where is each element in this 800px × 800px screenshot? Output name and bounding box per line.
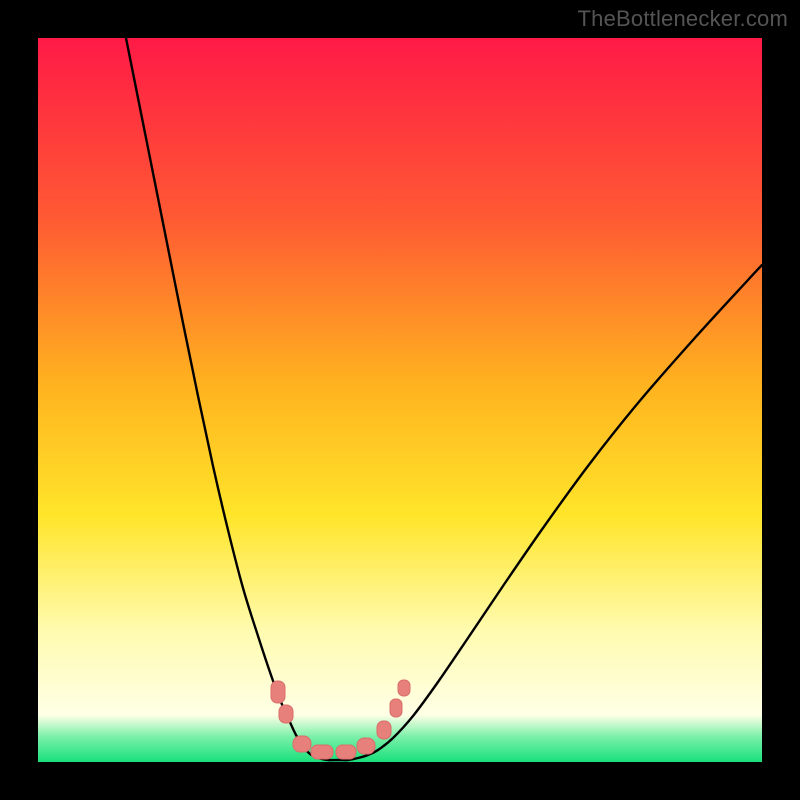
marker-left-upper [271,681,285,703]
marker-right-upper [390,699,402,717]
marker-floor-3 [336,745,356,759]
marker-floor-1 [293,736,311,752]
outer-frame: TheBottlenecker.com [0,0,800,800]
chart-svg [38,38,762,762]
marker-right-top [398,680,410,696]
plot-area [38,38,762,762]
marker-left-lower [279,705,293,723]
marker-right-lower [377,721,391,739]
watermark-text: TheBottlenecker.com [578,6,788,32]
marker-floor-2 [311,745,333,759]
marker-floor-4 [357,738,375,754]
